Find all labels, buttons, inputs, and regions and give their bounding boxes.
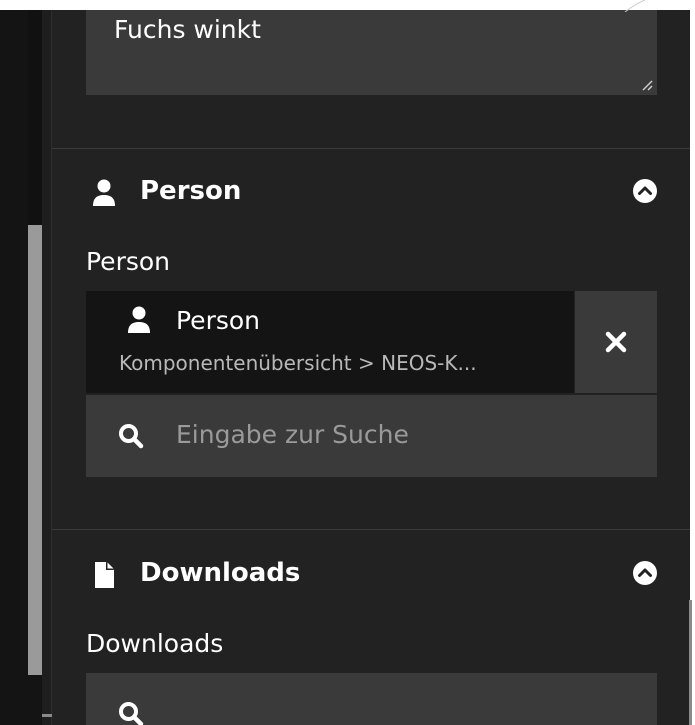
left-dark-strip-top (28, 10, 42, 225)
reference-title: Person (176, 306, 261, 335)
section-header-person[interactable]: Person (86, 171, 657, 211)
left-dark-strip-bottom (28, 675, 42, 725)
left-dark-strip (0, 10, 28, 725)
chevron-up-circle-icon[interactable] (633, 561, 657, 585)
right-scroll-line (689, 600, 692, 725)
close-icon (605, 331, 627, 353)
field-label-downloads: Downloads (86, 629, 224, 658)
reference-path: Komponentenübersicht > NEOS-K... (119, 351, 477, 375)
field-label-person: Person (86, 247, 171, 276)
section-title: Downloads (140, 558, 301, 588)
chevron-up-circle-icon[interactable] (633, 179, 657, 203)
resize-handle-icon[interactable] (641, 79, 653, 91)
section-header-downloads[interactable]: Downloads (86, 553, 657, 593)
text-area-value: Fuchs winkt (114, 15, 261, 44)
decorative-arc (624, 0, 646, 12)
inspector-panel: Fuchs winkt Person Person Person Kompone… (52, 10, 690, 725)
user-icon (93, 179, 115, 206)
search-input-downloads[interactable] (86, 673, 657, 725)
search-icon (119, 424, 144, 449)
search-input-person[interactable]: Eingabe zur Suche (86, 395, 657, 477)
section-separator (52, 529, 690, 530)
selected-reference-item[interactable]: Person Komponentenübersicht > NEOS-K... (86, 291, 574, 393)
text-area-field[interactable]: Fuchs winkt (86, 10, 657, 95)
remove-reference-button[interactable] (575, 291, 657, 393)
section-title: Person (140, 176, 242, 206)
search-placeholder: Eingabe zur Suche (176, 420, 409, 449)
panel-divider (42, 10, 52, 725)
search-icon (119, 702, 144, 725)
left-scrollbar-thumb[interactable] (28, 225, 42, 675)
file-icon (95, 562, 114, 588)
user-icon (128, 306, 150, 333)
section-separator (52, 148, 690, 149)
